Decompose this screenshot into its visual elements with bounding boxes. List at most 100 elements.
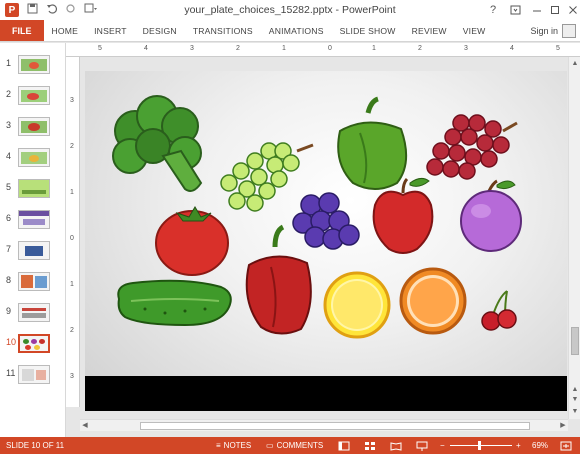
scroll-up-icon[interactable]: ▲ bbox=[570, 59, 580, 69]
ruler-label: 0 bbox=[70, 235, 74, 242]
zoom-in-button[interactable]: + bbox=[516, 437, 521, 454]
horizontal-ruler: 5 4 3 2 1 0 1 2 3 4 5 bbox=[66, 43, 580, 57]
undo-icon[interactable] bbox=[46, 3, 57, 17]
tab-home[interactable]: HOME bbox=[44, 20, 87, 41]
sign-in-link[interactable]: Sign in bbox=[530, 20, 558, 42]
green-grapes-image[interactable] bbox=[220, 142, 314, 212]
lemon-slice-image[interactable] bbox=[323, 271, 391, 339]
slide-number: 7 bbox=[6, 244, 12, 254]
cherries-image[interactable] bbox=[481, 290, 517, 331]
horizontal-scroll-thumb[interactable] bbox=[140, 422, 530, 430]
broccoli-image[interactable] bbox=[112, 95, 203, 192]
red-pepper-image[interactable] bbox=[245, 224, 312, 335]
comment-icon: ▭ bbox=[266, 441, 274, 450]
title-bar: P your_plate_choices_15282.pptx - PowerP… bbox=[0, 0, 580, 20]
slide-number: 3 bbox=[6, 120, 12, 130]
cucumber-image[interactable] bbox=[117, 279, 232, 327]
slideshow-icon[interactable] bbox=[416, 437, 428, 454]
slide-number: 1 bbox=[6, 58, 12, 68]
slide-number: 4 bbox=[6, 151, 12, 161]
ribbon-tabs: FILE HOME INSERT DESIGN TRANSITIONS ANIM… bbox=[0, 20, 580, 42]
save-icon[interactable] bbox=[27, 3, 38, 17]
tab-slide-show[interactable]: SLIDE SHOW bbox=[332, 20, 404, 41]
scroll-right-icon[interactable]: ▶ bbox=[558, 420, 568, 432]
fit-to-window-icon[interactable] bbox=[560, 437, 572, 454]
ruler-label: 1 bbox=[70, 281, 74, 288]
ruler-label: 1 bbox=[372, 45, 376, 52]
tab-file[interactable]: FILE bbox=[0, 20, 44, 41]
comments-label: COMMENTS bbox=[276, 441, 324, 450]
ruler-label: 3 bbox=[464, 45, 468, 52]
slide-preview bbox=[18, 210, 50, 229]
ruler-label: 3 bbox=[190, 45, 194, 52]
customize-icon[interactable] bbox=[84, 3, 98, 17]
vertical-scroll-thumb[interactable] bbox=[571, 327, 579, 355]
zoom-out-button[interactable]: − bbox=[440, 437, 445, 454]
ruler-label: 4 bbox=[144, 45, 148, 52]
scroll-down-icon[interactable]: ▼ bbox=[570, 407, 580, 417]
tab-transitions[interactable]: TRANSITIONS bbox=[185, 20, 261, 41]
tab-design[interactable]: DESIGN bbox=[135, 20, 185, 41]
slide-thumbnail-2[interactable]: 2 bbox=[0, 84, 66, 108]
ruler-label: 5 bbox=[556, 45, 560, 52]
slide-thumbnail-1[interactable]: 1 bbox=[0, 53, 66, 77]
slide-thumbnail-4[interactable]: 4 bbox=[0, 146, 66, 170]
ribbon-options-icon[interactable] bbox=[504, 0, 526, 20]
user-avatar-icon[interactable] bbox=[562, 24, 576, 38]
red-grapes-image[interactable] bbox=[426, 114, 518, 180]
next-slide-icon[interactable]: ▼ bbox=[570, 395, 580, 405]
zoom-slider-handle[interactable] bbox=[478, 441, 481, 450]
slide-thumbnail-10[interactable]: 10 bbox=[0, 332, 66, 356]
normal-view-icon[interactable] bbox=[338, 437, 350, 454]
reading-view-icon[interactable] bbox=[390, 437, 402, 454]
scroll-left-icon[interactable]: ◀ bbox=[80, 420, 90, 432]
current-slide[interactable] bbox=[85, 71, 567, 411]
slide-preview bbox=[18, 117, 50, 136]
zoom-slider[interactable] bbox=[450, 445, 512, 446]
slide-thumbnail-5[interactable]: 5 bbox=[0, 177, 66, 201]
vertical-ruler: 3 2 1 0 1 2 3 bbox=[66, 57, 80, 407]
ruler-label: 1 bbox=[70, 189, 74, 196]
status-bar: SLIDE 10 OF 11 ≡ NOTES ▭ COMMENTS − + 69… bbox=[0, 437, 580, 454]
slide-thumbnail-9[interactable]: 9 bbox=[0, 301, 66, 325]
horizontal-scrollbar[interactable]: ◀ ▶ bbox=[80, 419, 568, 431]
blueberries-image[interactable] bbox=[292, 192, 360, 250]
ruler-label: 0 bbox=[328, 45, 332, 52]
help-icon[interactable]: ? bbox=[482, 0, 504, 20]
slide-preview bbox=[18, 272, 50, 291]
previous-slide-icon[interactable]: ▲ bbox=[570, 385, 580, 395]
slide-thumbnail-panel: 1 2 3 4 5 6 7 8 9 10 11 bbox=[0, 43, 66, 437]
slide-number: 2 bbox=[6, 89, 12, 99]
powerpoint-app-icon[interactable]: P bbox=[5, 3, 19, 17]
slide-thumbnail-3[interactable]: 3 bbox=[0, 115, 66, 139]
slide-preview bbox=[18, 148, 50, 167]
slide-thumbnail-7[interactable]: 7 bbox=[0, 239, 66, 263]
notes-button[interactable]: ≡ NOTES bbox=[216, 437, 251, 454]
slide-sorter-icon[interactable] bbox=[364, 437, 376, 454]
notes-label: NOTES bbox=[223, 441, 252, 450]
vertical-scrollbar[interactable]: ▲ ▲ ▼ ▼ bbox=[568, 57, 580, 419]
redo-icon[interactable] bbox=[65, 3, 76, 17]
tomato-image[interactable] bbox=[155, 206, 229, 276]
slide-preview bbox=[18, 241, 50, 260]
slide-preview bbox=[18, 365, 50, 384]
orange-slice-image[interactable] bbox=[399, 267, 467, 335]
slide-footer-band bbox=[85, 376, 567, 411]
tab-view[interactable]: VIEW bbox=[455, 20, 494, 41]
ruler-label: 3 bbox=[70, 97, 74, 104]
tab-review[interactable]: REVIEW bbox=[404, 20, 455, 41]
food-illustrations bbox=[112, 95, 522, 339]
green-pepper-image[interactable] bbox=[337, 96, 408, 190]
comments-button[interactable]: ▭ COMMENTS bbox=[266, 437, 323, 454]
slide-thumbnail-6[interactable]: 6 bbox=[0, 208, 66, 232]
tab-insert[interactable]: INSERT bbox=[86, 20, 135, 41]
zoom-level[interactable]: 69% bbox=[532, 437, 548, 454]
slide-counter: SLIDE 10 OF 11 bbox=[6, 441, 65, 450]
red-apple-image[interactable] bbox=[372, 177, 434, 254]
slide-preview bbox=[18, 334, 50, 353]
close-icon[interactable] bbox=[562, 0, 580, 20]
slide-thumbnail-11[interactable]: 11 bbox=[0, 363, 66, 387]
slide-thumbnail-8[interactable]: 8 bbox=[0, 270, 66, 294]
tab-animations[interactable]: ANIMATIONS bbox=[261, 20, 332, 41]
plum-image[interactable] bbox=[460, 179, 522, 252]
